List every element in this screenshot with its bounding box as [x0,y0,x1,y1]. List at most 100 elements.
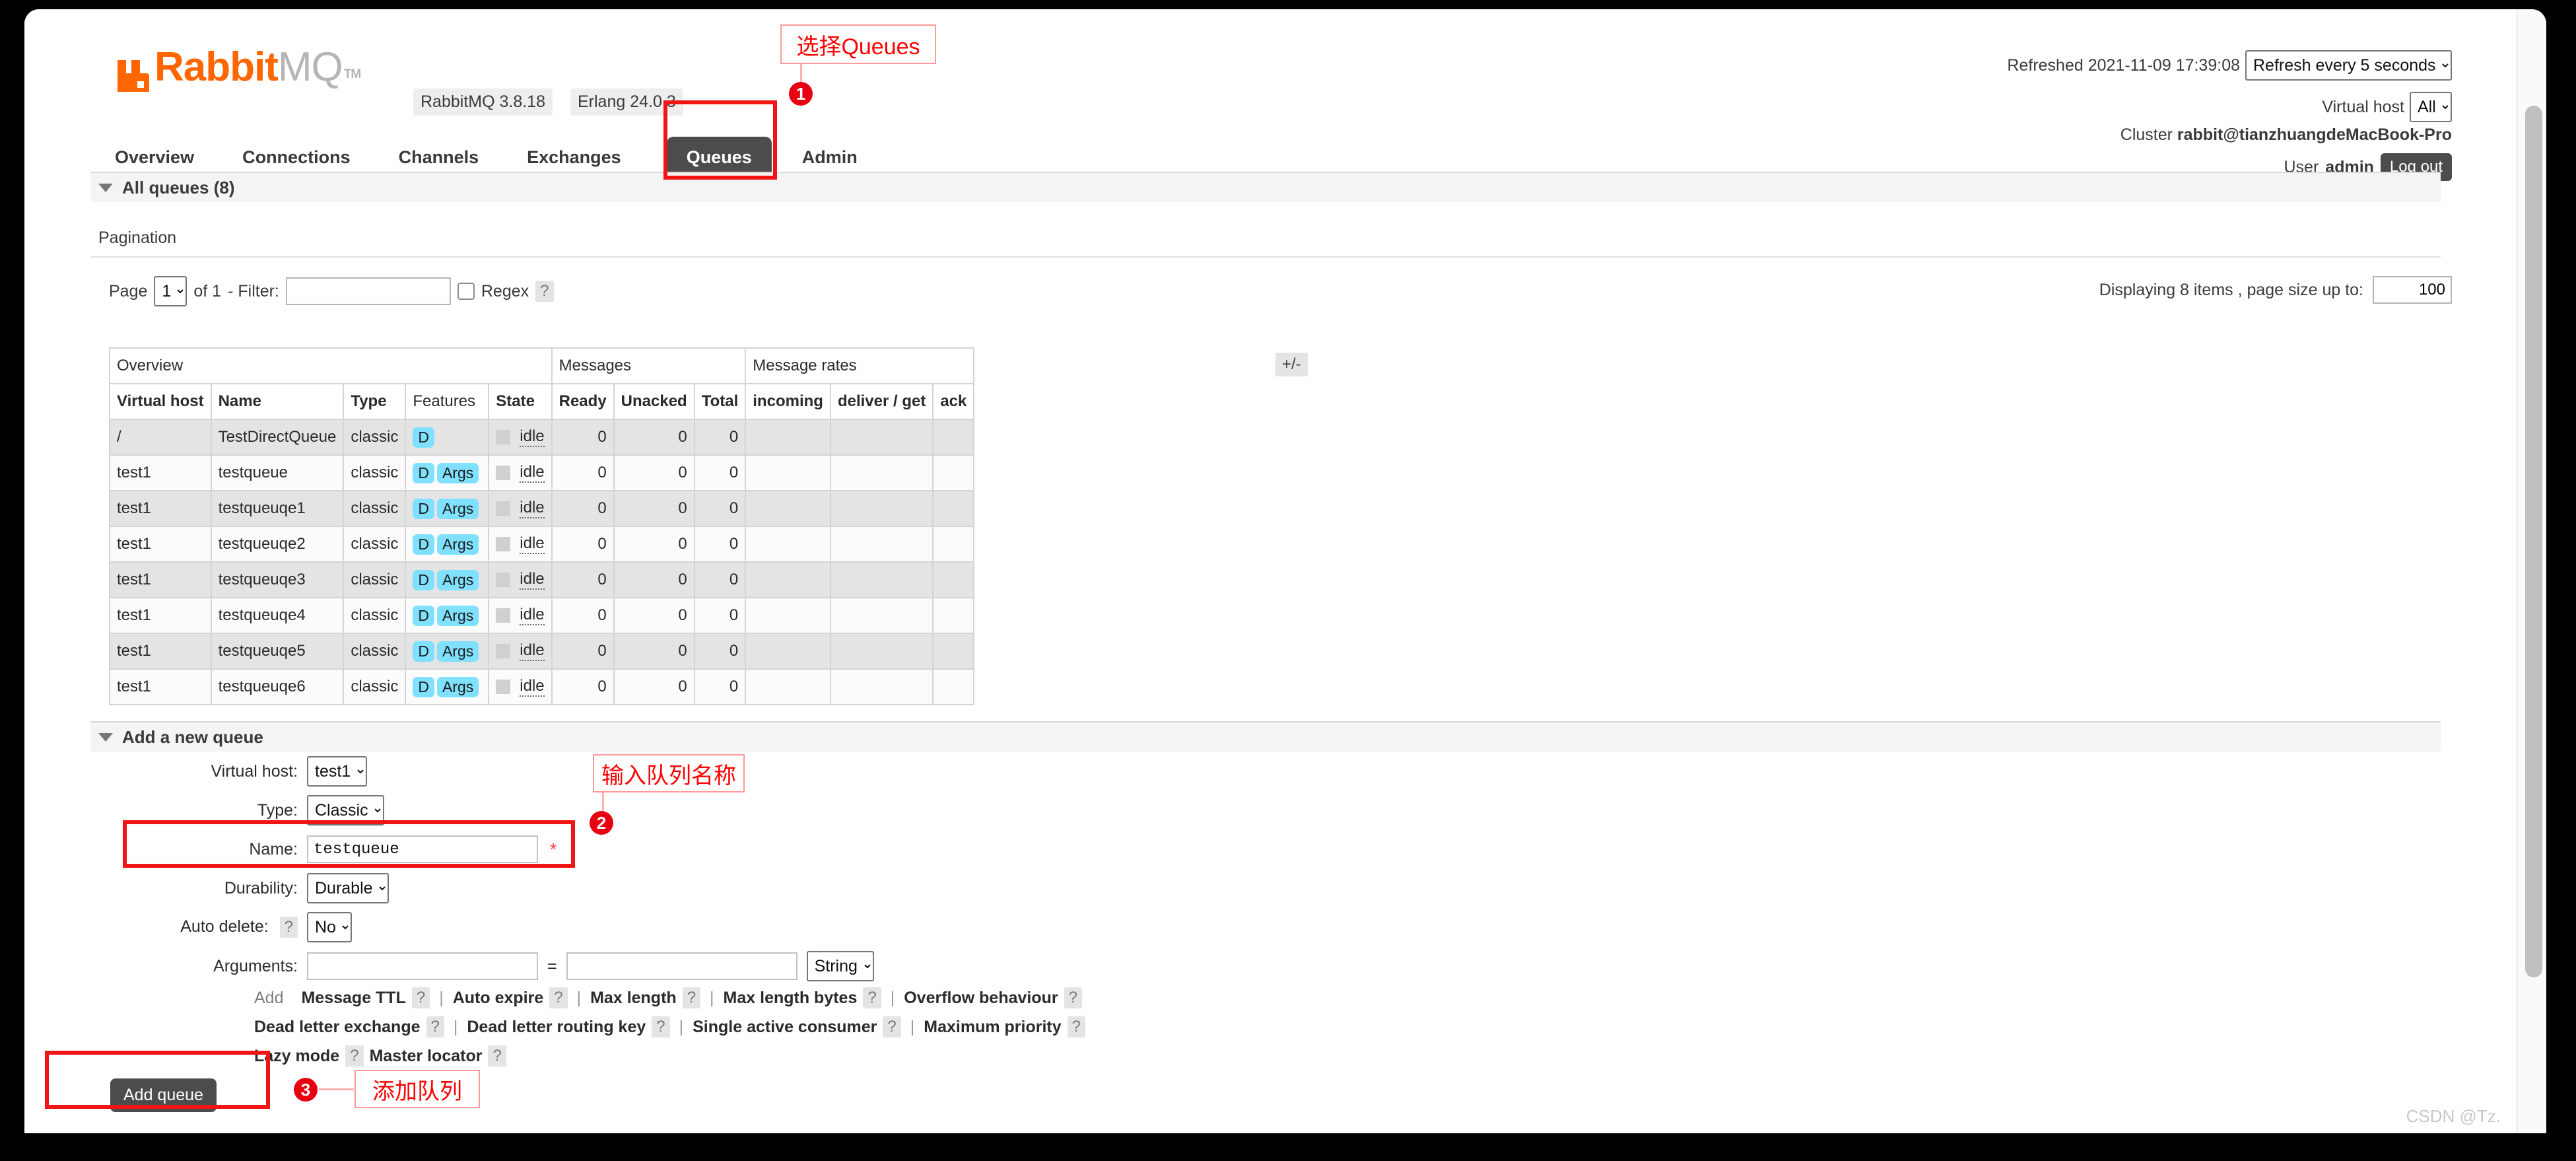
table-group-header: Messages [552,348,746,384]
state-label: idle [520,677,544,697]
state-label: idle [520,606,544,625]
argument-preset-link[interactable]: Auto expire [453,989,544,1008]
cell-ack [933,633,974,669]
rabbitmq-logo[interactable]: RabbitMQTM [115,50,360,94]
refresh-interval-select[interactable]: Refresh every 5 seconds [2245,50,2452,81]
table-column-header[interactable]: deliver / get [830,384,933,419]
queue-name-input[interactable] [307,835,538,863]
autodelete-help-icon[interactable]: ? [280,917,298,938]
preset-help-icon[interactable]: ? [426,1016,444,1038]
argument-preset-link[interactable]: Max length [590,989,677,1008]
cell-queue-name[interactable]: testqueuqe1 [211,491,344,526]
add-queue-button[interactable]: Add queue [110,1078,217,1112]
table-row[interactable]: test1testqueuqe6classicDArgsidle000 [110,669,974,705]
cell-deliver-get [830,633,933,669]
cell-queue-name[interactable]: TestDirectQueue [211,419,344,455]
autodelete-field-label: Auto delete: ? [109,917,307,938]
state-indicator: idle [496,570,544,590]
regex-help-icon[interactable]: ? [535,281,553,302]
vhost-select[interactable]: test1 [307,756,367,787]
table-row[interactable]: test1testqueueclassicDArgsidle000 [110,455,974,491]
regex-checkbox[interactable] [458,283,475,300]
cell-ready: 0 [552,669,614,705]
queues-table-head: OverviewMessagesMessage rates Virtual ho… [110,348,974,419]
table-column-header[interactable]: Name [211,384,344,419]
table-column-header[interactable]: incoming [745,384,830,419]
cell-queue-name[interactable]: testqueuqe2 [211,526,344,562]
state-swatch-icon [496,573,510,587]
argument-preset-link[interactable]: Single active consumer [693,1018,877,1037]
argument-preset-link[interactable]: Dead letter exchange [254,1018,421,1037]
argument-preset-link[interactable]: Maximum priority [924,1018,1061,1037]
preset-help-icon[interactable]: ? [1068,1016,1085,1038]
table-column-header[interactable]: Unacked [614,384,695,419]
table-column-header[interactable]: Features [405,384,489,419]
feature-badge: Args [437,641,479,662]
argument-preset-row-1: Add Message TTL?|Auto expire?|Max length… [254,983,1085,1012]
argument-preset-link[interactable]: Lazy mode [254,1047,339,1066]
page-of-label: of 1 [193,282,221,301]
table-column-header[interactable]: State [489,384,551,419]
preset-help-icon[interactable]: ? [1064,987,1082,1008]
cell-unacked: 0 [614,419,695,455]
required-asterisk: * [550,839,557,860]
autodelete-select[interactable]: No [307,912,352,942]
filter-input[interactable] [286,277,451,305]
add-argument-label: Add [254,989,283,1008]
table-row[interactable]: test1testqueuqe2classicDArgsidle000 [110,526,974,562]
argument-preset-link[interactable]: Max length bytes [724,989,858,1008]
table-column-header[interactable]: Total [695,384,746,419]
column-toggle-button[interactable]: +/- [1275,353,1308,376]
vhost-filter-select[interactable]: All [2410,92,2452,122]
type-select[interactable]: Classic [307,795,384,826]
cell-queue-name[interactable]: testqueuqe5 [211,633,344,669]
argument-preset-link[interactable]: Message TTL [301,989,405,1008]
table-row[interactable]: test1testqueuqe5classicDArgsidle000 [110,633,974,669]
vhost-field-label: Virtual host: [109,762,307,781]
argument-preset-row-2: Dead letter exchange? | Dead letter routin… [254,1012,1085,1041]
preset-help-icon[interactable]: ? [549,987,567,1008]
cell-queue-name[interactable]: testqueuqe4 [211,598,344,633]
argument-key-input[interactable] [307,952,538,980]
table-column-header[interactable]: Type [343,384,405,419]
table-column-header[interactable]: Ready [552,384,614,419]
preset-separator: | [710,989,714,1008]
table-row[interactable]: test1testqueuqe3classicDArgsidle000 [110,562,974,598]
argument-value-input[interactable] [566,952,797,980]
cell-state: idle [489,598,551,633]
durability-select[interactable]: Durable [307,873,389,903]
cell-incoming [745,455,830,491]
table-row[interactable]: test1testqueuqe4classicDArgsidle000 [110,598,974,633]
cell-ready: 0 [552,419,614,455]
table-row[interactable]: test1testqueuqe1classicDArgsidle000 [110,491,974,526]
table-column-header[interactable]: ack [933,384,974,419]
argument-preset-link[interactable]: Overflow behaviour [904,989,1058,1008]
cell-queue-name[interactable]: testqueue [211,455,344,491]
preset-help-icon[interactable]: ? [883,1016,900,1038]
chevron-down-icon [98,184,113,192]
scrollbar-thumb[interactable] [2525,106,2542,977]
vertical-scrollbar[interactable] [2517,9,2546,1133]
preset-help-icon[interactable]: ? [345,1045,363,1067]
preset-help-icon[interactable]: ? [863,987,881,1008]
section-header-all-queues[interactable]: All queues (8) [90,172,2441,202]
preset-help-icon[interactable]: ? [412,987,430,1008]
argument-type-select[interactable]: String [807,951,874,981]
argument-preset-link[interactable]: Master locator [370,1047,483,1066]
preset-help-icon[interactable]: ? [652,1016,669,1038]
page-size-input[interactable] [2373,276,2452,304]
cell-features: DArgs [405,562,489,598]
page-select[interactable]: 1 [154,276,187,306]
table-row[interactable]: /TestDirectQueueclassicDidle000 [110,419,974,455]
cell-queue-name[interactable]: testqueuqe3 [211,562,344,598]
preset-help-icon[interactable]: ? [488,1045,506,1067]
cell-total: 0 [695,633,746,669]
argument-preset-link[interactable]: Dead letter routing key [467,1018,646,1037]
browser-page: RabbitMQTM RabbitMQ 3.8.18 Erlang 24.0.3… [24,9,2546,1133]
table-column-header[interactable]: Virtual host [110,384,211,419]
cell-unacked: 0 [614,526,695,562]
cell-queue-name[interactable]: testqueuqe6 [211,669,344,705]
section-header-add-queue[interactable]: Add a new queue [90,721,2441,752]
preset-help-icon[interactable]: ? [683,987,700,1008]
preset-separator: | [910,1018,915,1037]
